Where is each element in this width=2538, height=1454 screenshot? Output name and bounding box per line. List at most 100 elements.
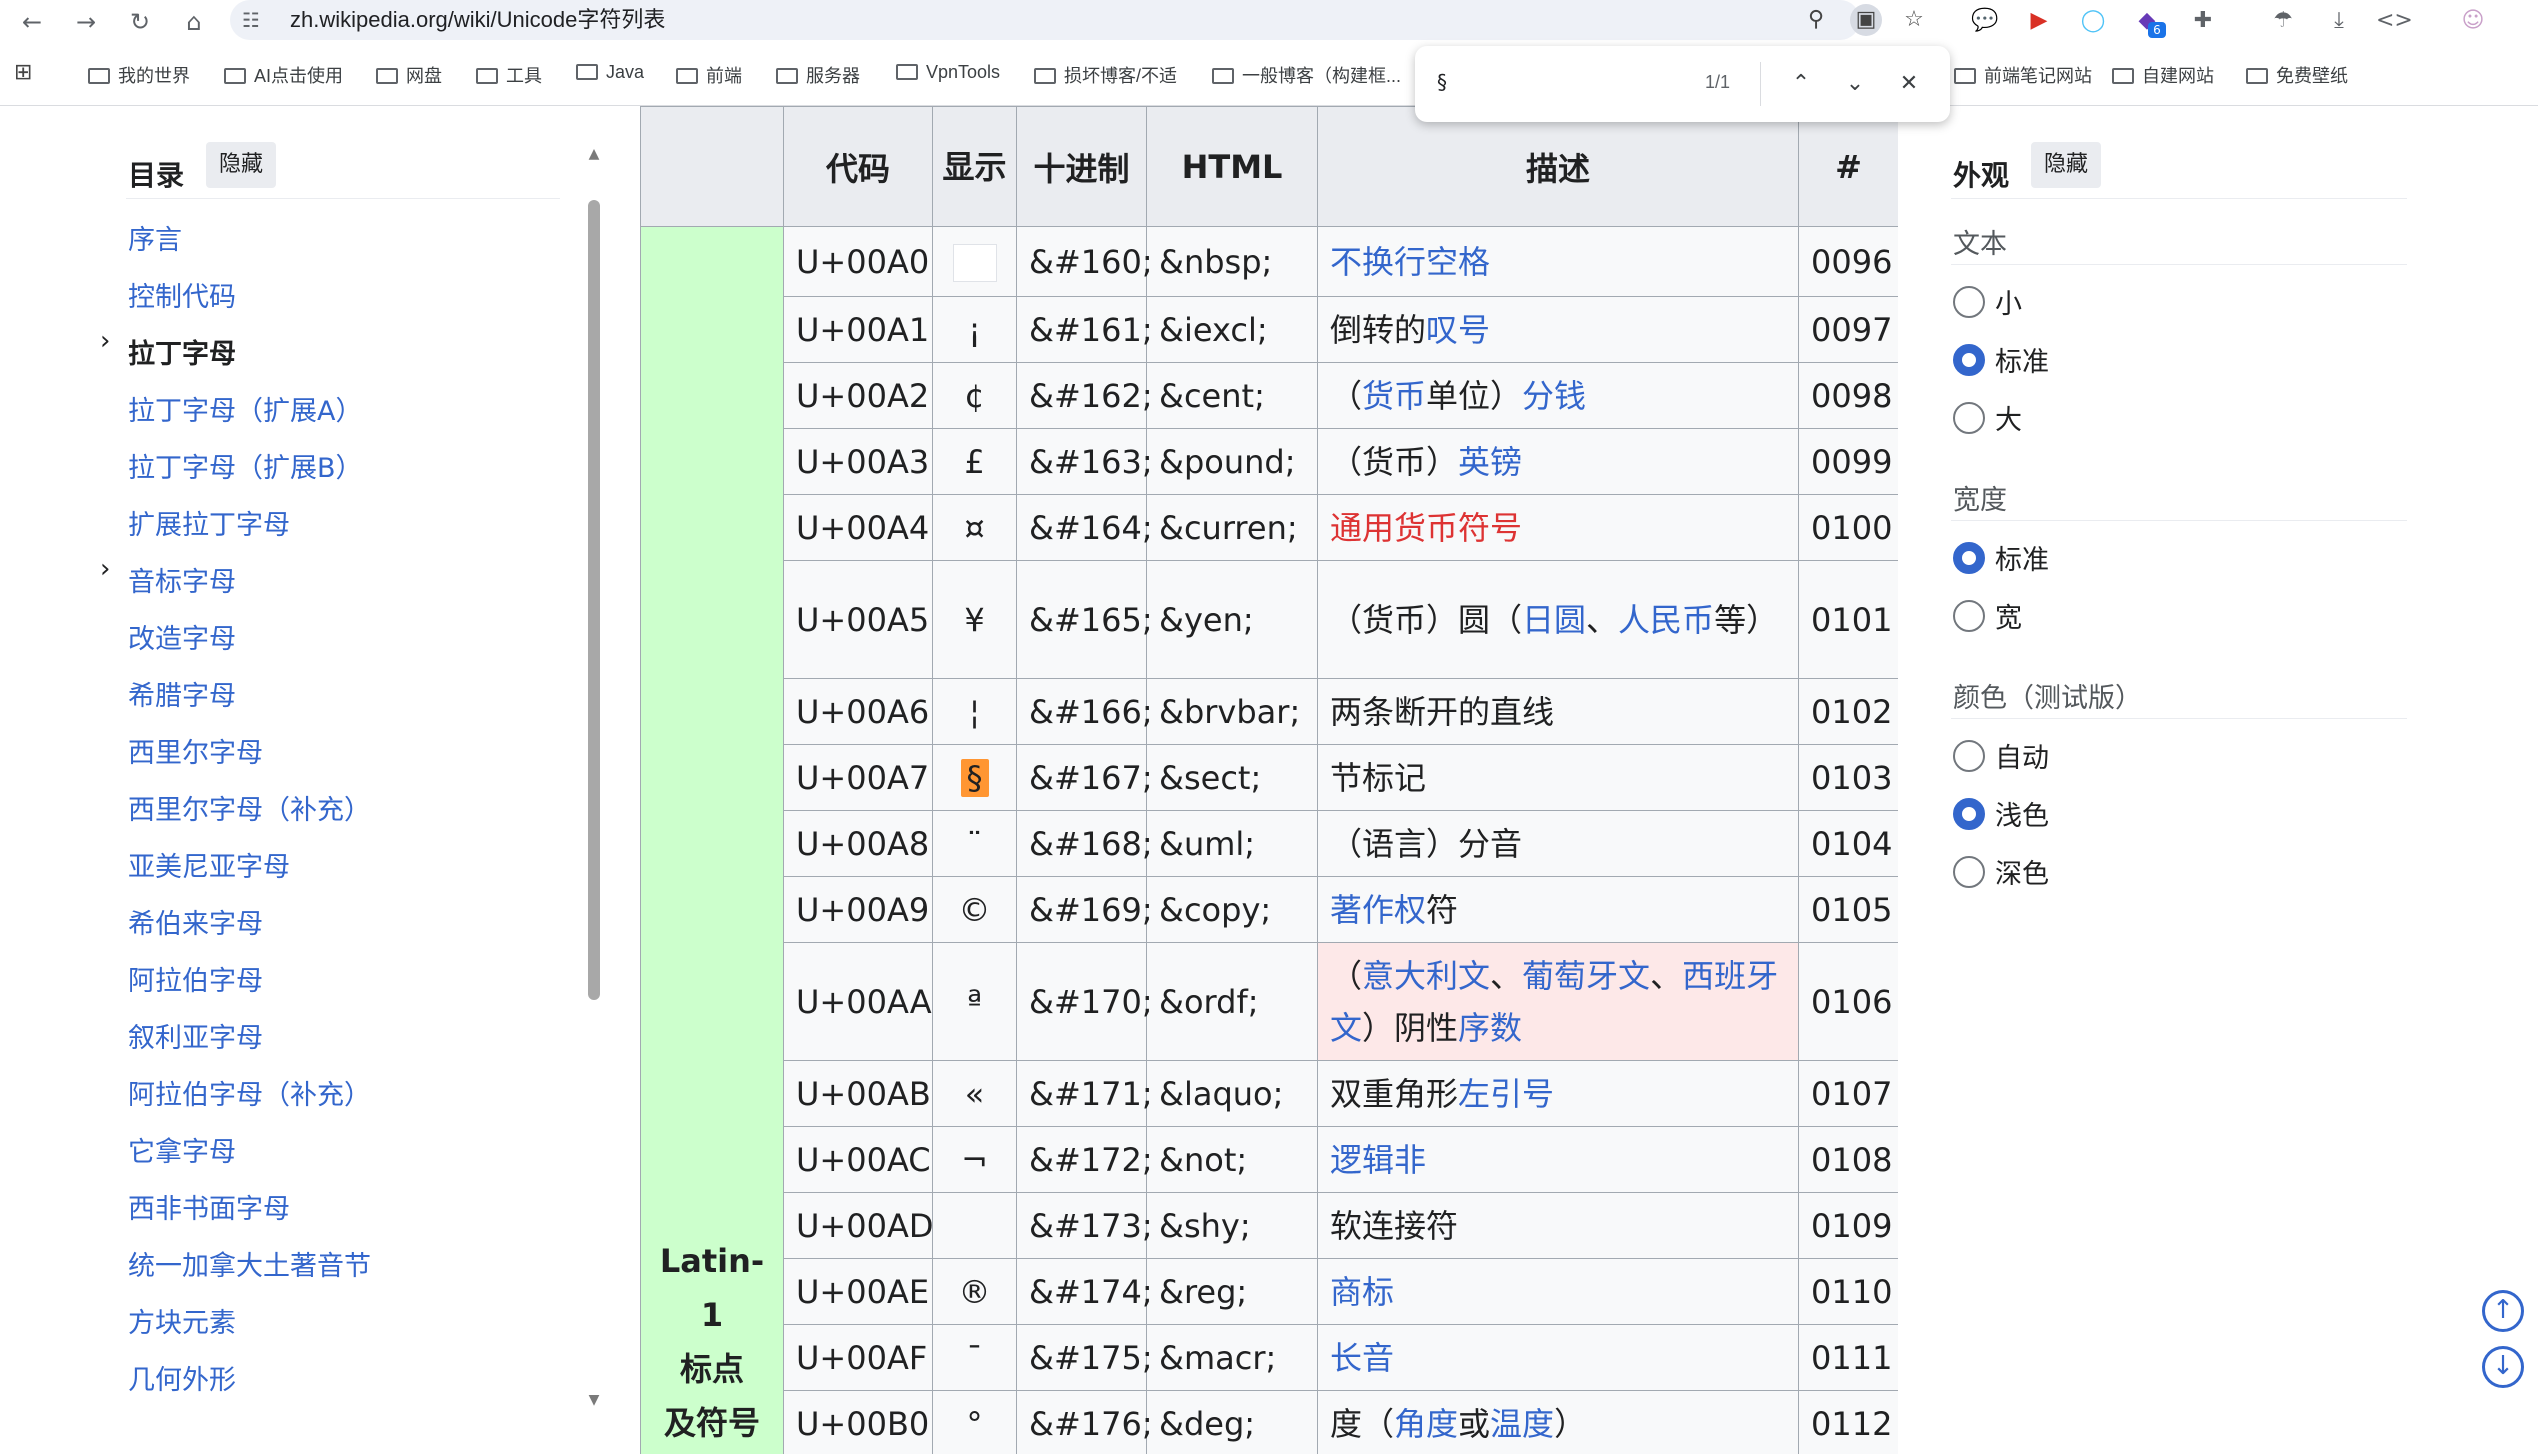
toc-item-nko[interactable]: 西非书面字母 (128, 1187, 290, 1226)
toc-item-preface[interactable]: 序言 (128, 218, 182, 257)
toc-item-geometric-shapes[interactable]: 几何外形 (128, 1358, 236, 1397)
circle-extension-icon[interactable]: ◯ (2076, 4, 2110, 38)
toc-item-modifier-letters[interactable]: 改造字母 (128, 617, 236, 656)
bookmark-folder[interactable]: 我的世界 (88, 62, 190, 92)
find-input[interactable]: § (1437, 70, 1447, 94)
bookmark-folder[interactable]: 前端笔记网站 (1954, 62, 2092, 92)
description-link[interactable]: 左引号 (1458, 1075, 1554, 1113)
radio-button[interactable] (1953, 855, 1985, 888)
radio-button[interactable] (1953, 285, 1985, 318)
text-size-option-large[interactable]: 大 (1953, 398, 2022, 436)
description-link[interactable]: 长音 (1330, 1339, 1394, 1377)
description-redlink[interactable]: 通用货币符号 (1330, 509, 1522, 547)
bookmark-folder[interactable]: VpnTools (896, 62, 1000, 92)
find-next-chevron-down-icon[interactable]: ⌄ (1837, 66, 1873, 102)
site-info-icon[interactable]: ☷ (242, 6, 260, 34)
radio-button-selected[interactable] (1953, 343, 1985, 376)
bookmark-folder[interactable]: 一般博客（构建框... (1212, 62, 1401, 92)
toc-item-thaana[interactable]: 它拿字母 (128, 1130, 236, 1169)
description-link[interactable]: 叹号 (1426, 311, 1490, 349)
radio-button-selected[interactable] (1953, 541, 1985, 574)
bookmark-folder[interactable]: 工具 (476, 62, 542, 92)
toc-expand-chevron-icon[interactable]: › (100, 554, 110, 584)
reload-icon[interactable]: ↻ (122, 4, 158, 40)
bookmark-folder[interactable]: AI点击使用 (224, 62, 343, 92)
devtools-icon[interactable]: <> (2376, 4, 2413, 38)
record-extension-icon[interactable]: ▶ (2022, 4, 2056, 38)
color-option-dark[interactable]: 深色 (1953, 852, 2049, 890)
zoom-icon[interactable]: ⚲ (1800, 4, 1832, 36)
bookmark-folder[interactable]: 网盘 (376, 62, 442, 92)
appearance-hide-button[interactable]: 隐藏 (2031, 142, 2101, 188)
text-size-option-small[interactable]: 小 (1953, 282, 2022, 320)
toc-hide-button[interactable]: 隐藏 (206, 142, 276, 188)
description-link[interactable]: 逻辑非 (1330, 1141, 1426, 1179)
scroll-to-top-arrow-up-icon[interactable]: ↑ (2482, 1290, 2524, 1332)
description-link[interactable]: 序数 (1458, 1009, 1522, 1047)
toc-expand-chevron-icon[interactable]: › (100, 326, 110, 356)
back-arrow-icon[interactable]: ← (14, 4, 50, 40)
color-option-light[interactable]: 浅色 (1953, 794, 2049, 832)
bookmark-folder[interactable]: 自建网站 (2112, 62, 2214, 92)
radio-button-selected[interactable] (1953, 797, 1985, 830)
extensions-puzzle-icon[interactable]: ✚ (2186, 4, 2220, 38)
description-link[interactable]: 人民币 (1618, 601, 1714, 639)
color-option-auto[interactable]: 自动 (1953, 736, 2049, 774)
width-option-wide[interactable]: 宽 (1953, 596, 2022, 634)
toc-item-control-codes[interactable]: 控制代码 (128, 275, 236, 314)
description-link[interactable]: 角度 (1394, 1405, 1458, 1443)
find-in-page-icon[interactable]: ▣ (1850, 4, 1882, 36)
scroll-down-arrow-icon[interactable]: ▼ (586, 1392, 602, 1408)
toc-item-arabic[interactable]: 阿拉伯字母 (128, 959, 263, 998)
find-close-icon[interactable]: ✕ (1891, 66, 1927, 102)
description-link[interactable]: 葡萄牙文 (1522, 957, 1650, 995)
toc-item-canadian-syllabics[interactable]: 统一加拿大土著音节 (128, 1244, 371, 1283)
toc-item-hebrew[interactable]: 希伯来字母 (128, 902, 263, 941)
description-link[interactable]: 著作权 (1330, 891, 1426, 929)
description-link[interactable]: 日圆 (1522, 601, 1586, 639)
description-link[interactable]: 商标 (1330, 1273, 1394, 1311)
radio-button[interactable] (1953, 739, 1985, 772)
toc-item-latin[interactable]: 拉丁字母 (128, 332, 236, 371)
description-link[interactable]: 温度 (1490, 1405, 1554, 1443)
bookmark-folder[interactable]: 前端 (676, 62, 742, 92)
toc-scrollbar[interactable]: ▲ ▼ (586, 142, 602, 1412)
text-size-option-standard[interactable]: 标准 (1953, 340, 2049, 378)
home-icon[interactable]: ⌂ (176, 4, 212, 40)
toc-item-syriac[interactable]: 叙利亚字母 (128, 1016, 263, 1055)
toc-item-latin-ext-a[interactable]: 拉丁字母（扩展A） (128, 389, 362, 428)
toc-item-cyrillic[interactable]: 西里尔字母 (128, 731, 263, 770)
address-bar[interactable]: ☷ zh.wikipedia.org/wiki/Unicode字符列表 ⚲ ▣ … (230, 0, 1924, 40)
toc-item-extended-latin[interactable]: 扩展拉丁字母 (128, 503, 290, 542)
radio-button[interactable] (1953, 599, 1985, 632)
width-option-standard[interactable]: 标准 (1953, 538, 2049, 576)
toc-item-arabic-supplement[interactable]: 阿拉伯字母（补充） (128, 1073, 371, 1112)
forward-arrow-icon[interactable]: → (68, 4, 104, 40)
scroll-to-bottom-arrow-down-icon[interactable]: ↓ (2482, 1346, 2524, 1388)
profile-avatar-icon[interactable]: ☺ (2456, 4, 2490, 38)
description-link[interactable]: 不换行空格 (1330, 243, 1490, 281)
bookmark-folder[interactable]: Java (576, 62, 644, 92)
description-link[interactable]: 意大利文 (1362, 957, 1490, 995)
toc-item-ipa[interactable]: 音标字母 (128, 560, 236, 599)
find-previous-chevron-up-icon[interactable]: ⌃ (1783, 66, 1819, 102)
scroll-up-arrow-icon[interactable]: ▲ (586, 146, 602, 162)
toc-item-armenian[interactable]: 亚美尼亚字母 (128, 845, 290, 884)
toc-item-cyrillic-supplement[interactable]: 西里尔字母（补充） (128, 788, 371, 827)
chat-extension-icon[interactable]: 💬 (1968, 4, 2002, 38)
download-icon[interactable]: ⤓ (2322, 4, 2356, 38)
radio-button[interactable] (1953, 401, 1985, 434)
apps-grid-icon[interactable]: ⊞ (14, 60, 32, 85)
description-link[interactable]: 分钱 (1522, 377, 1586, 415)
address-url[interactable]: zh.wikipedia.org/wiki/Unicode字符列表 (290, 0, 665, 40)
toc-item-block-elements[interactable]: 方块元素 (128, 1301, 236, 1340)
purple-extension-icon[interactable]: ◆ 6 (2130, 4, 2166, 38)
incognito-icon[interactable]: ☂ (2266, 4, 2300, 38)
bookmark-folder[interactable]: 服务器 (776, 62, 860, 92)
description-link[interactable]: 货币 (1362, 377, 1426, 415)
bookmark-star-icon[interactable]: ☆ (1898, 4, 1930, 36)
bookmark-folder[interactable]: 损坏博客/不适 (1034, 62, 1177, 92)
toc-item-greek[interactable]: 希腊字母 (128, 674, 236, 713)
toc-item-latin-ext-b[interactable]: 拉丁字母（扩展B） (128, 446, 363, 485)
toc-scrollbar-thumb[interactable] (588, 200, 600, 1000)
